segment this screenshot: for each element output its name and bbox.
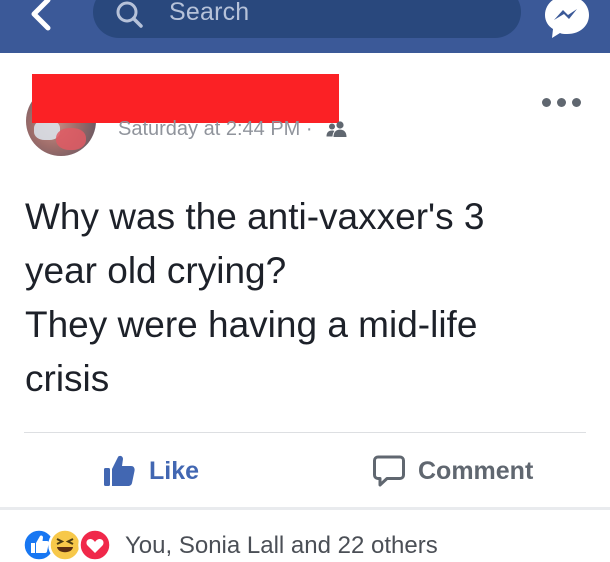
post-text-line: Why was the anti-vaxxer's 3	[25, 196, 485, 237]
messenger-icon	[545, 0, 589, 38]
back-button[interactable]	[18, 0, 68, 38]
post-text: Why was the anti-vaxxer's 3 year old cry…	[25, 190, 595, 406]
messenger-button[interactable]	[541, 0, 593, 42]
search-icon	[116, 1, 143, 28]
meta-separator: ·	[300, 118, 319, 140]
like-label: Like	[149, 456, 200, 485]
like-button[interactable]: Like	[101, 448, 199, 494]
search-placeholder: Search	[169, 0, 250, 26]
post-timestamp[interactable]: Saturday at 2:44 PM	[118, 118, 300, 140]
dot	[542, 98, 551, 107]
comment-label: Comment	[418, 456, 534, 485]
more-options-button[interactable]	[538, 92, 592, 114]
comment-button[interactable]: Comment	[372, 448, 533, 494]
dot	[572, 98, 581, 107]
post-text-line: They were having a mid-life	[25, 304, 478, 345]
post-text-line: crisis	[25, 358, 110, 399]
divider	[24, 432, 586, 433]
dot	[557, 98, 566, 107]
comment-icon	[373, 455, 405, 487]
top-navigation-bar: Search	[0, 0, 610, 53]
post-meta: Saturday at 2:44 PM ·	[118, 113, 348, 141]
reactions-summary[interactable]: You, Sonia Lall and 22 others	[125, 532, 438, 560]
section-divider	[0, 507, 610, 510]
friends-icon	[326, 121, 347, 137]
avatar-detail	[56, 128, 86, 150]
post-text-line: year old crying?	[25, 250, 287, 291]
back-chevron-icon	[31, 0, 51, 31]
search-input[interactable]: Search	[93, 0, 521, 38]
thumbs-up-icon	[104, 455, 135, 486]
